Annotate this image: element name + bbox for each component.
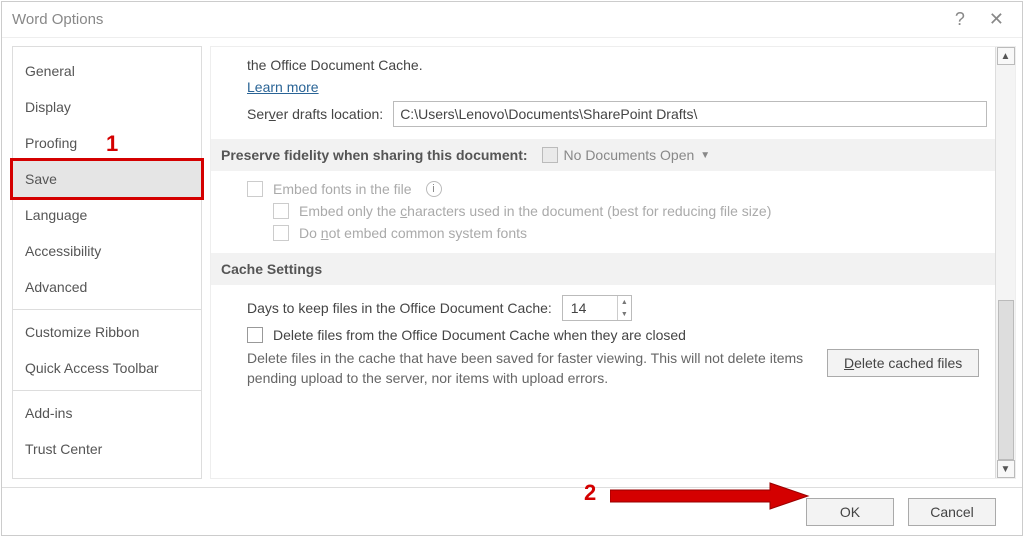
delete-cached-files-button[interactable]: Delete cached files [827,349,979,377]
scroll-down-icon[interactable]: ▼ [997,460,1015,478]
category-sidebar: General Display Proofing Save Language A… [12,46,202,479]
scroll-up-icon[interactable]: ▲ [997,47,1015,65]
ok-button[interactable]: OK [806,498,894,526]
doc-icon [542,147,558,163]
server-drafts-input[interactable] [393,101,987,127]
sidebar-item-display[interactable]: Display [13,89,201,125]
annotation-marker-2: 2 [584,480,596,506]
spin-down-icon[interactable]: ▼ [617,308,631,320]
cancel-button[interactable]: Cancel [908,498,996,526]
word-options-dialog: Word Options ? ✕ General Display Proofin… [1,1,1023,536]
help-icon[interactable]: ? [939,9,981,30]
sidebar-item-advanced[interactable]: Advanced [13,269,201,305]
sidebar-item-trust-center[interactable]: Trust Center [13,431,201,467]
scroll-thumb[interactable] [998,300,1014,460]
server-drafts-label: Server drafts location: [247,106,383,122]
spin-up-icon[interactable]: ▲ [617,296,631,308]
delete-on-close-label: Delete files from the Office Document Ca… [273,327,686,343]
scroll-track[interactable] [997,65,1015,460]
embed-chars-checkbox[interactable] [273,203,289,219]
sidebar-item-language[interactable]: Language [13,197,201,233]
sidebar-item-addins[interactable]: Add-ins [13,395,201,431]
close-icon[interactable]: ✕ [981,9,1012,30]
preserve-fidelity-header: Preserve fidelity when sharing this docu… [211,139,995,171]
titlebar: Word Options ? ✕ [2,2,1022,38]
embed-chars-label: Embed only the characters used in the do… [299,203,771,219]
days-keep-input[interactable]: 14 ▲▼ [562,295,632,321]
annotation-arrow-icon [610,481,810,511]
cache-settings-header: Cache Settings [211,253,995,285]
learn-more-link[interactable]: Learn more [247,79,319,95]
sidebar-item-save[interactable]: Save [10,158,204,200]
sidebar-item-accessibility[interactable]: Accessibility [13,233,201,269]
embed-fonts-label: Embed fonts in the file [273,181,412,197]
days-keep-label: Days to keep files in the Office Documen… [247,300,552,316]
fidelity-doc-dropdown[interactable]: No Documents Open ▼ [542,147,711,163]
window-title: Word Options [12,11,103,28]
separator [13,309,201,310]
embed-fonts-checkbox[interactable] [247,181,263,197]
annotation-marker-1: 1 [106,131,118,157]
sidebar-item-quick-access[interactable]: Quick Access Toolbar [13,350,201,386]
no-embed-common-label: Do not embed common system fonts [299,225,527,241]
sidebar-item-general[interactable]: General [13,53,201,89]
no-embed-common-checkbox[interactable] [273,225,289,241]
chevron-down-icon: ▼ [700,150,710,161]
dialog-footer: OK Cancel [2,487,1022,535]
cache-intro-text: the Office Document Cache. [247,57,423,73]
cache-delete-desc: Delete files in the cache that have been… [247,349,807,388]
info-icon[interactable]: i [426,181,442,197]
sidebar-item-customize-ribbon[interactable]: Customize Ribbon [13,314,201,350]
delete-on-close-checkbox[interactable] [247,327,263,343]
separator [13,390,201,391]
options-content: the Office Document Cache. Learn more Se… [211,47,995,478]
vertical-scrollbar[interactable]: ▲ ▼ [995,47,1015,478]
